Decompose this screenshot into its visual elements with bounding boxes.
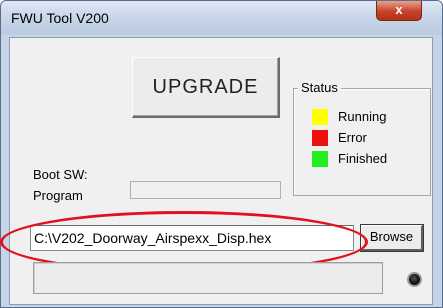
upgrade-button[interactable]: UPGRADE (132, 57, 280, 118)
error-led (312, 130, 328, 146)
window-title: FWU Tool V200 (11, 10, 109, 26)
running-label: Running (338, 109, 387, 124)
program-progress-box (130, 181, 281, 199)
status-title: Status (298, 80, 341, 95)
close-button[interactable]: x (376, 1, 422, 21)
error-label: Error (338, 130, 367, 145)
running-led (312, 109, 328, 125)
boot-sw-label: Boot SW: (33, 167, 88, 182)
program-label: Program (33, 188, 83, 203)
status-groupbox: Status Running Error Finished (293, 80, 431, 196)
finished-label: Finished (338, 151, 388, 166)
file-path-field[interactable]: C:\V202_Doorway_Airspexx_Disp.hex (30, 225, 354, 251)
status-indicator-icon (407, 272, 422, 287)
status-bar (33, 262, 383, 294)
finished-led (312, 151, 328, 167)
title-bar[interactable]: FWU Tool V200 x (1, 1, 442, 35)
browse-button[interactable]: Browse (360, 224, 424, 252)
